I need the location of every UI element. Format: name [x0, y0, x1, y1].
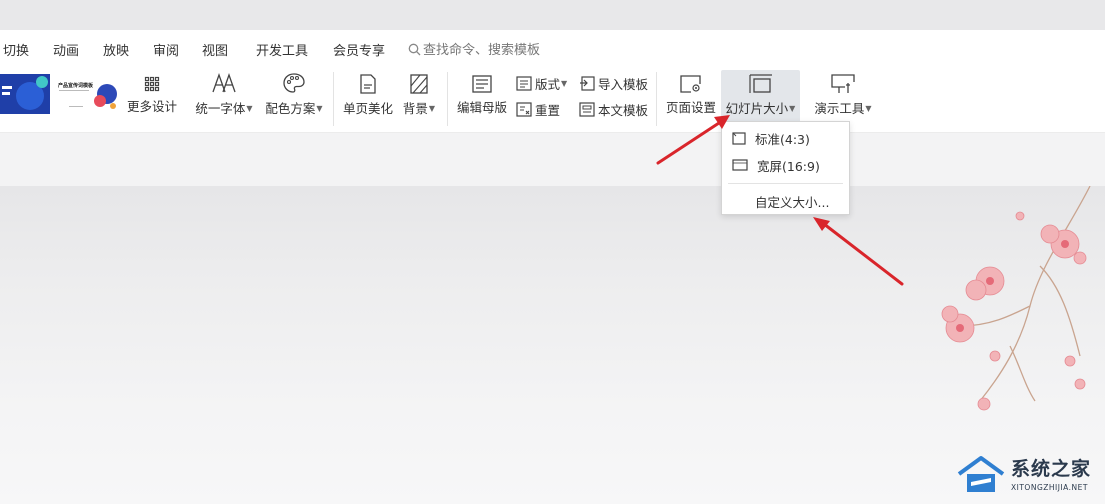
- widescreen-label: 宽屏(16:9): [757, 158, 820, 174]
- palette-icon: [283, 73, 305, 93]
- import-template-label: 导入模板: [598, 77, 649, 92]
- title-bar: [0, 0, 1105, 30]
- background-button[interactable]: 背景▼: [401, 74, 437, 117]
- tab-member[interactable]: 会员专享: [333, 40, 385, 59]
- slide-canvas[interactable]: [0, 186, 1105, 504]
- edit-master-button[interactable]: 编辑母版: [455, 75, 509, 116]
- color-scheme-button[interactable]: 配色方案▼: [263, 72, 325, 117]
- widescreen-ratio-icon: [732, 159, 748, 171]
- font-icon: [212, 73, 236, 93]
- page-setup-button[interactable]: 页面设置: [664, 75, 718, 116]
- search-placeholder: 查找命令、搜索模板: [423, 43, 541, 58]
- standard-ratio-icon: [732, 131, 746, 145]
- import-icon: [580, 76, 595, 91]
- unify-font-button[interactable]: 统一字体▼: [193, 72, 255, 117]
- search-icon: [408, 43, 421, 56]
- template-icon: [579, 102, 595, 117]
- caret-down-icon: ▼: [865, 104, 872, 113]
- custom-size-option[interactable]: 自定义大小...: [722, 189, 849, 213]
- ribbon-divider: [656, 72, 657, 126]
- slide-size-label: 幻灯片大小: [725, 101, 789, 116]
- layout-icon: [516, 76, 532, 91]
- dropdown-divider: [728, 183, 843, 184]
- ribbon-divider: [447, 72, 448, 126]
- command-search[interactable]: 查找命令、搜索模板: [408, 39, 540, 58]
- page-icon: [360, 74, 376, 94]
- master-slide-icon: [472, 75, 492, 93]
- layout-label: 版式: [535, 77, 561, 92]
- tab-animation[interactable]: 动画: [53, 40, 79, 59]
- caret-down-icon: ▼: [316, 104, 323, 113]
- custom-size-label: 自定义大小...: [755, 194, 830, 210]
- page-settings-icon: [680, 75, 701, 93]
- color-scheme-label: 配色方案: [265, 101, 316, 116]
- design-thumbnail-1[interactable]: [0, 74, 50, 114]
- background-icon: [410, 74, 428, 94]
- toolbar-strip: [0, 132, 1105, 186]
- grid-icon: [144, 76, 160, 92]
- presentation-tools-label: 演示工具: [814, 101, 865, 116]
- site-watermark: 系统之家 XITONGZHIJIA.NET: [955, 452, 1100, 498]
- app-window: 切换 动画 放映 审阅 视图 开发工具 会员专享 查找命令、搜索模板 产品宣传词…: [0, 0, 1105, 504]
- import-template-button[interactable]: 导入模板: [579, 74, 648, 93]
- this-template-label: 本文模板: [598, 103, 649, 118]
- edit-master-label: 编辑母版: [456, 100, 507, 115]
- layout-button[interactable]: 版式 ▼: [516, 74, 567, 93]
- menu-bar: 切换 动画 放映 审阅 视图 开发工具 会员专享 查找命令、搜索模板: [0, 30, 1105, 66]
- watermark-subtitle: XITONGZHIJIA.NET: [1011, 483, 1088, 492]
- house-logo-icon: [957, 456, 1005, 492]
- slide-size-icon: [748, 74, 772, 93]
- presentation-tools-icon: [831, 74, 855, 93]
- this-template-button[interactable]: 本文模板: [579, 100, 648, 119]
- standard-label: 标准(4:3): [755, 131, 810, 147]
- tab-review[interactable]: 审阅: [153, 40, 179, 59]
- standard-4-3-option[interactable]: 标准(4:3): [722, 126, 849, 150]
- more-design-button[interactable]: 更多设计: [126, 76, 178, 115]
- caret-down-icon: ▼: [428, 104, 436, 113]
- flower-decoration: [941, 186, 1091, 411]
- reset-icon: [516, 102, 532, 117]
- reset-label: 重置: [535, 103, 561, 118]
- presentation-tools-button[interactable]: 演示工具▼: [812, 74, 874, 117]
- tab-developer[interactable]: 开发工具: [256, 40, 308, 59]
- caret-down-icon: ▼: [789, 104, 796, 113]
- reset-button[interactable]: 重置: [516, 100, 560, 119]
- caret-down-icon: ▼: [246, 104, 253, 113]
- tab-slideshow[interactable]: 放映: [103, 40, 129, 59]
- design-thumbnail-2[interactable]: 产品宣传词模板: [55, 74, 119, 114]
- slide-size-dropdown: 标准(4:3) 宽屏(16:9) 自定义大小...: [721, 121, 850, 215]
- page-setup-label: 页面设置: [665, 100, 716, 115]
- caret-down-icon: ▼: [561, 79, 568, 88]
- ribbon-divider: [333, 72, 334, 126]
- watermark-title: 系统之家: [1011, 458, 1092, 480]
- tab-transition[interactable]: 切换: [3, 40, 29, 59]
- single-page-beautify-button[interactable]: 单页美化: [341, 74, 395, 117]
- tab-view[interactable]: 视图: [202, 40, 228, 59]
- ribbon-toolbar: 产品宣传词模板 更多设计 统一字体▼ 配色方案▼ 单页美化 背景▼ 编辑母版 版…: [0, 66, 1105, 132]
- more-design-label: 更多设计: [126, 99, 177, 114]
- unify-font-label: 统一字体: [195, 101, 246, 116]
- background-label: 背景: [402, 101, 428, 116]
- slide-size-button[interactable]: 幻灯片大小▼: [721, 74, 800, 117]
- widescreen-16-9-option[interactable]: 宽屏(16:9): [722, 153, 849, 177]
- single-page-label: 单页美化: [342, 101, 393, 116]
